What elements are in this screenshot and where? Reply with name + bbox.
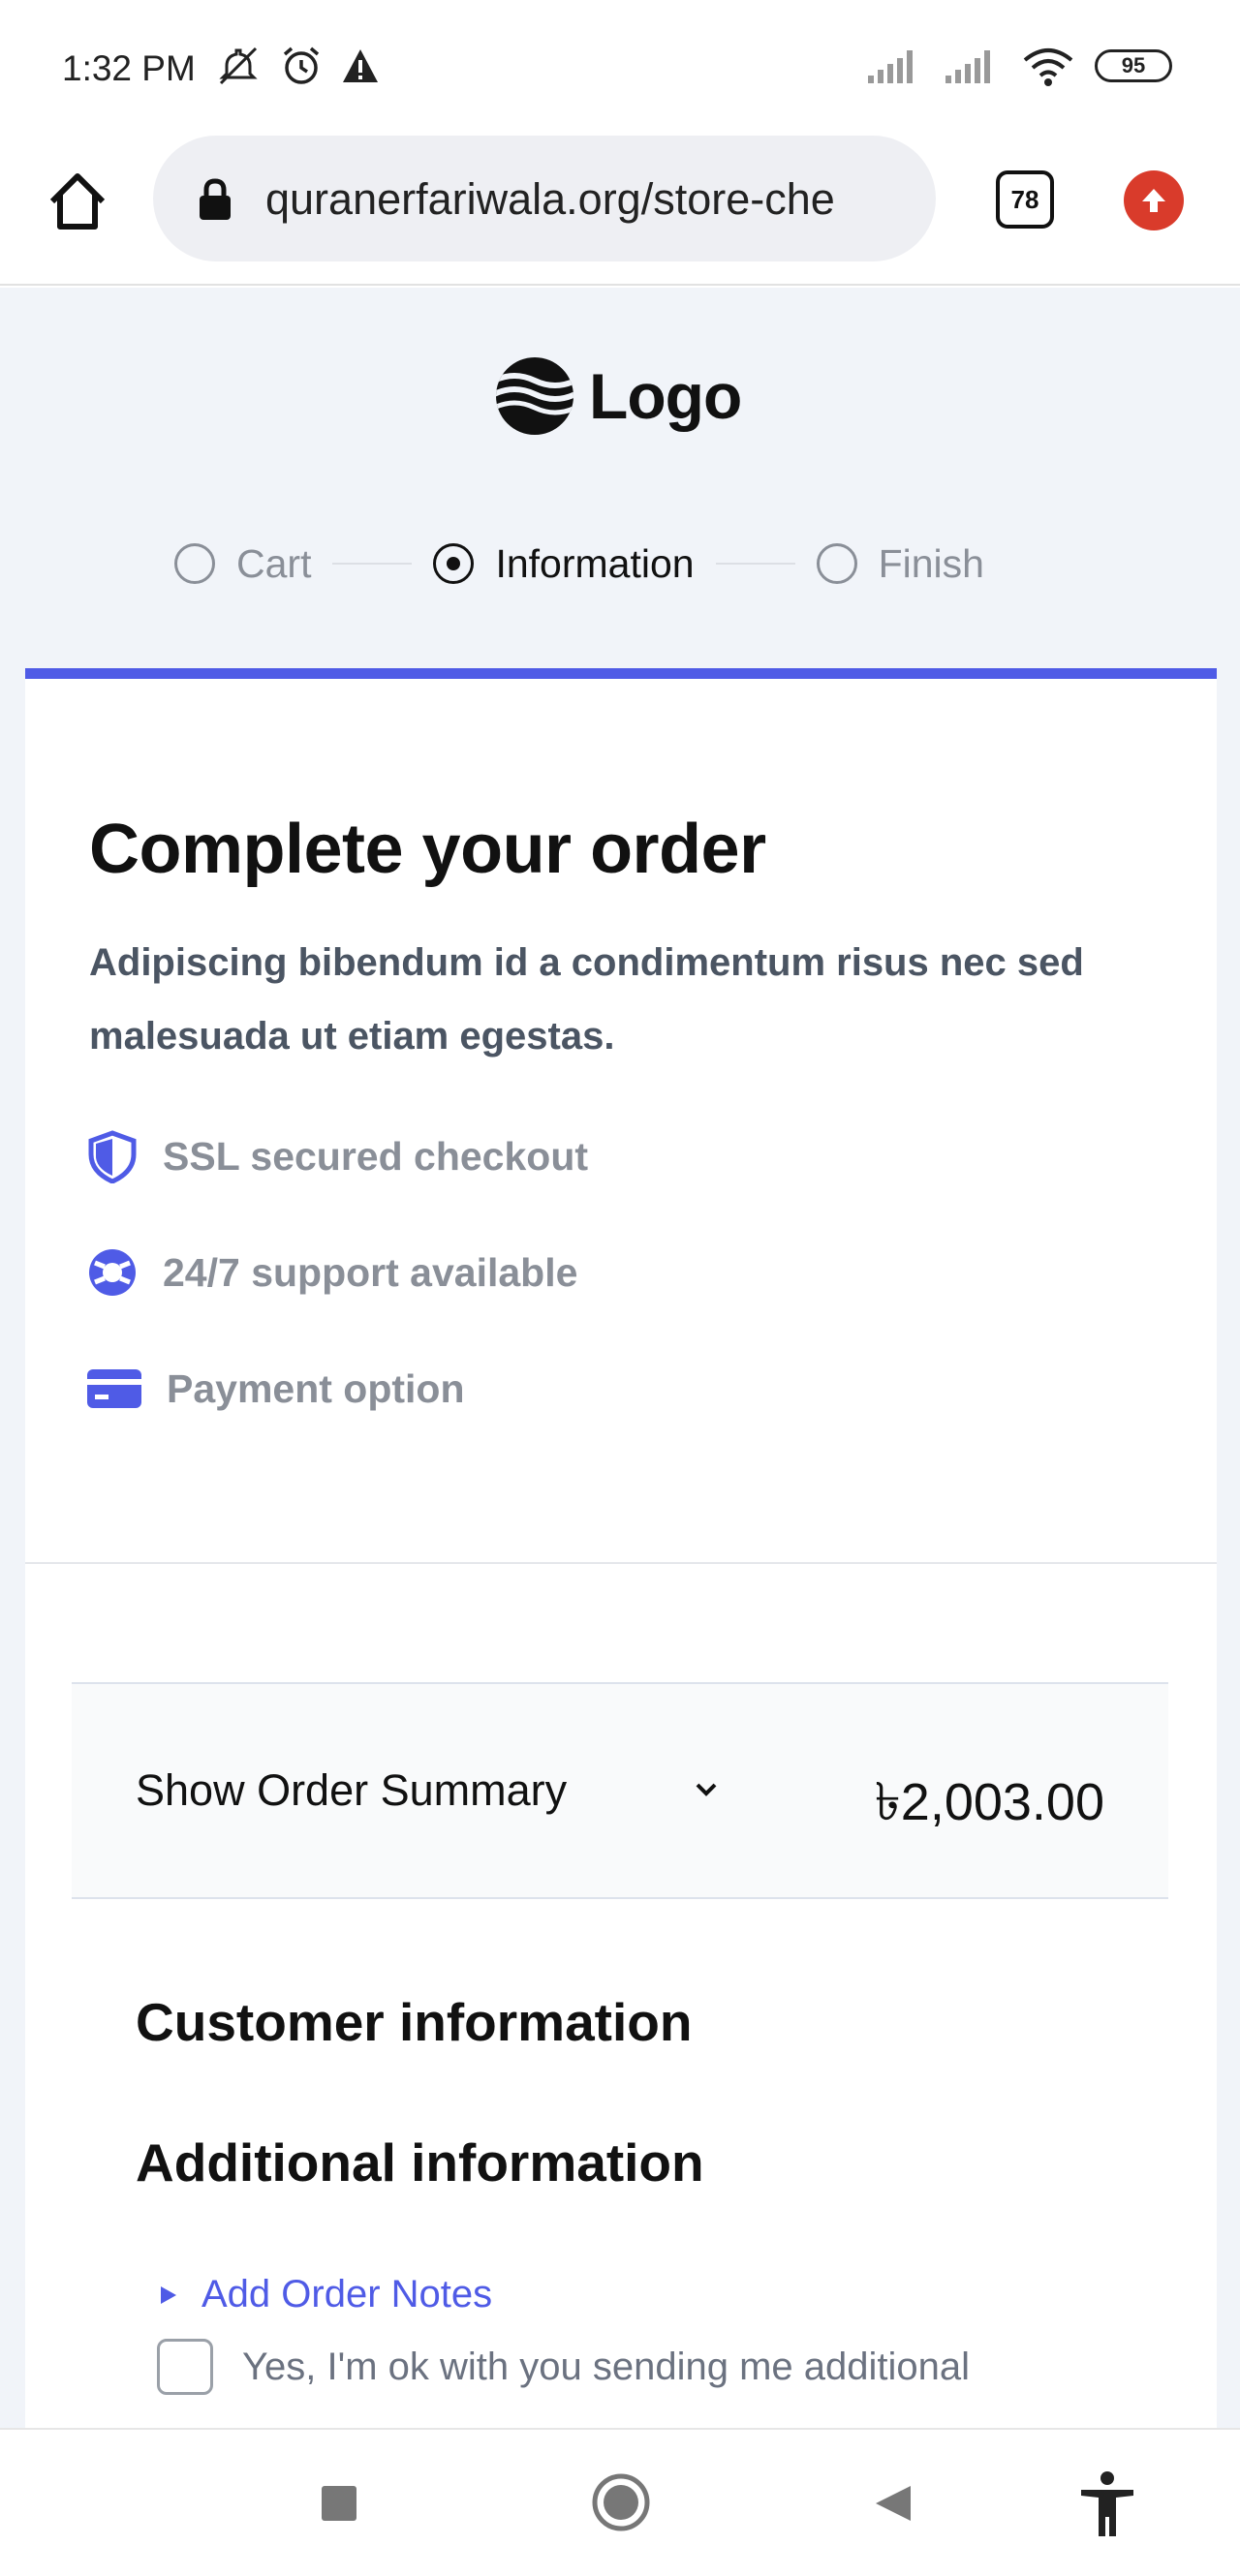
feature-label: SSL secured checkout	[163, 1133, 589, 1179]
feature-ssl: SSL secured checkout	[85, 1129, 588, 1183]
status-time: 1:32 PM	[62, 48, 196, 88]
system-nav-bar	[0, 2428, 1240, 2576]
page-subtitle: Adipiscing bibendum id a condimentum ris…	[89, 941, 1084, 1058]
checkout-card: Complete your order Adipiscing bibendum …	[25, 668, 1217, 2429]
step-divider	[715, 563, 795, 565]
feature-label: Payment option	[167, 1365, 465, 1411]
order-summary-toggle[interactable]: Show Order Summary ৳2,003.00	[72, 1682, 1168, 1899]
step-label: Cart	[236, 540, 312, 586]
address-bar[interactable]: quranerfariwala.org/store-che	[153, 136, 936, 261]
mute-icon	[219, 46, 258, 85]
tab-switcher-button[interactable]: 78	[996, 170, 1054, 229]
feature-label: 24/7 support available	[163, 1249, 578, 1295]
checkout-header: Complete your order Adipiscing bibendum …	[25, 679, 1217, 1564]
customer-information-heading: Customer information	[136, 1992, 693, 2052]
feature-payment: Payment option	[85, 1362, 465, 1416]
recents-icon[interactable]	[320, 2484, 358, 2523]
additional-information-heading: Additional information	[136, 2132, 704, 2193]
consent-checkbox[interactable]	[157, 2339, 213, 2395]
home-icon[interactable]	[45, 169, 110, 234]
step-indicator	[816, 543, 857, 584]
step-indicator-active	[433, 543, 475, 584]
accessibility-icon[interactable]	[1077, 2470, 1137, 2538]
logo-text: Logo	[589, 360, 742, 432]
page-title: Complete your order	[89, 811, 766, 888]
consent-label: Yes, I'm ok with you sending me addition…	[242, 2345, 971, 2388]
url-text: quranerfariwala.org/store-che	[265, 174, 835, 224]
order-total: ৳2,003.00	[874, 1773, 1104, 1831]
wifi-icon	[1023, 48, 1073, 86]
battery-indicator: 95	[1095, 49, 1172, 82]
chevron-down-icon	[696, 1783, 717, 1796]
step-divider	[332, 563, 413, 565]
logo-icon	[496, 357, 574, 435]
checkout-page: Logo Cart Information Finish Complete yo…	[0, 288, 1240, 2429]
step-label: Finish	[878, 540, 984, 586]
signal-icon	[868, 50, 913, 83]
lock-icon	[200, 178, 231, 220]
status-bar: 1:32 PM 95	[0, 0, 1240, 136]
browser-toolbar: quranerfariwala.org/store-che 78	[0, 136, 1240, 286]
feature-support: 24/7 support available	[85, 1245, 577, 1300]
marketing-consent: Yes, I'm ok with you sending me addition…	[157, 2339, 970, 2395]
site-logo[interactable]: Logo	[494, 355, 742, 437]
arrow-up-icon	[1142, 189, 1165, 212]
status-icons-left	[215, 45, 380, 87]
add-order-notes-toggle[interactable]: Add Order Notes	[159, 2273, 492, 2316]
back-icon[interactable]	[872, 2482, 914, 2525]
step-finish[interactable]: Finish	[816, 540, 984, 587]
shield-icon	[88, 1130, 137, 1183]
lifebuoy-icon	[89, 1249, 136, 1296]
step-cart[interactable]: Cart	[174, 541, 311, 587]
update-button[interactable]	[1124, 170, 1184, 230]
order-summary-label: Show Order Summary	[136, 1765, 568, 1815]
add-order-notes-label: Add Order Notes	[202, 2273, 493, 2315]
step-information[interactable]: Information	[433, 540, 695, 587]
caret-right-icon	[161, 2285, 176, 2304]
checkout-steps: Cart Information Finish	[174, 530, 1066, 598]
signal-icon-2	[946, 50, 990, 83]
step-label: Information	[495, 540, 695, 586]
step-indicator	[174, 543, 215, 584]
warning-icon	[343, 49, 378, 82]
status-icons-right: 95	[866, 45, 1172, 87]
home-button-icon[interactable]	[591, 2472, 651, 2532]
credit-card-icon	[87, 1369, 141, 1408]
alarm-icon	[283, 46, 320, 84]
